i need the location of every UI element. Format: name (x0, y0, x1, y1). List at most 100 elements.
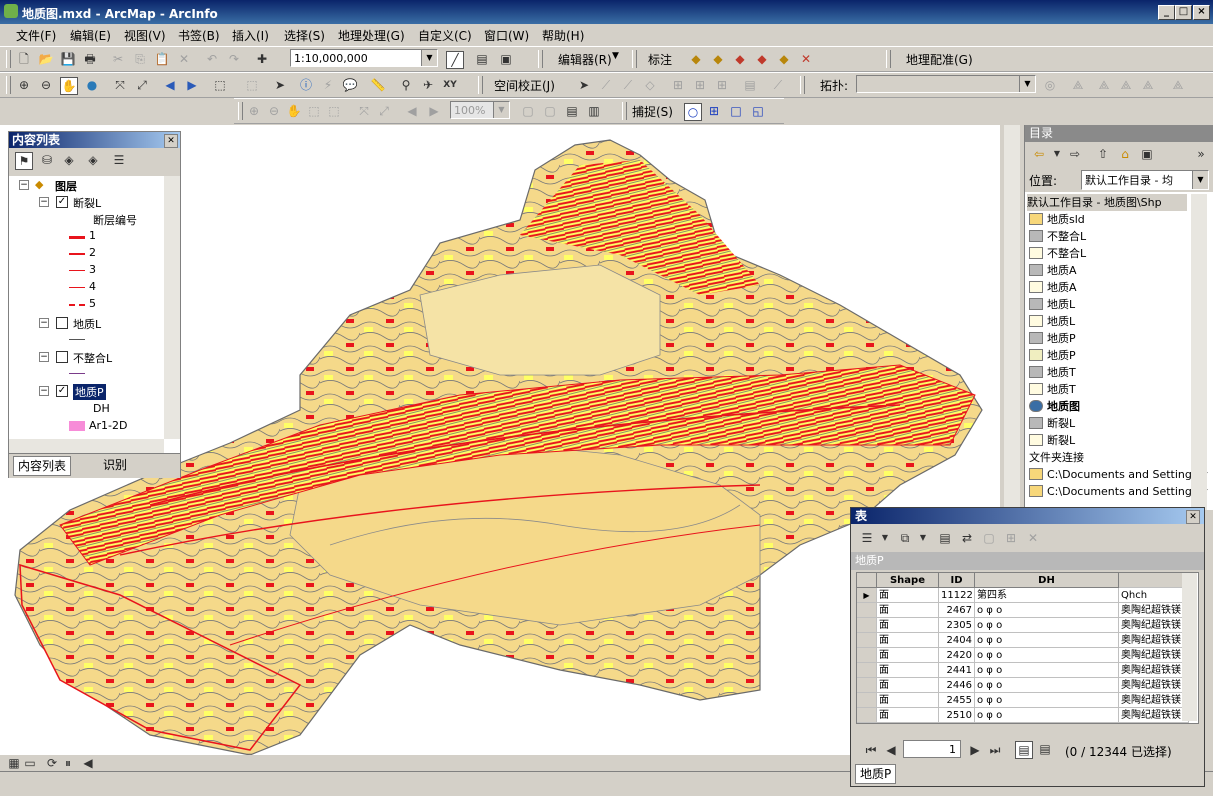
list-by-drawing-order-icon[interactable]: ⚑ (15, 152, 33, 170)
menu-help[interactable]: 帮助(H) (542, 27, 584, 44)
clear-selection-icon[interactable]: ⬚ (244, 77, 260, 93)
catalog-item[interactable]: C:\Documents and Settings\y (1029, 483, 1208, 500)
new-displacement-link-icon[interactable]: ⟋ (598, 77, 614, 93)
collapse-icon[interactable]: − (39, 352, 49, 362)
scroll-left-icon[interactable]: ◀ (80, 755, 96, 771)
list-by-source-icon[interactable]: ⛁ (39, 152, 55, 168)
labeling-menu[interactable]: 标注 (648, 51, 672, 68)
tab-identify[interactable]: 识别 (99, 456, 131, 474)
catalog-item[interactable]: 不整合L (1029, 228, 1086, 245)
last-record-icon[interactable]: ⏭ (987, 742, 1003, 758)
toolbar-grip[interactable] (632, 50, 637, 68)
table-cell[interactable]: 奥陶纪超铁镁 (1119, 708, 1189, 723)
catalog-item[interactable]: C:\Documents and Settings\y (1029, 466, 1208, 483)
list-by-selection-icon[interactable]: ◈ (85, 152, 101, 168)
toolbar-grip[interactable] (800, 76, 805, 94)
attribute-transfer-icon[interactable]: ⊞ (714, 77, 730, 93)
align-edge-icon[interactable]: ⟁ (1140, 77, 1156, 93)
find-route-icon[interactable]: ✈ (420, 77, 436, 93)
toolbar-grip[interactable] (622, 102, 627, 120)
go-back-extent-icon[interactable]: ◀ (162, 77, 178, 93)
toolbar-grip[interactable] (886, 50, 891, 68)
layer-checkbox-unconformity[interactable] (56, 351, 68, 363)
data-view-icon[interactable]: ▦ (6, 755, 22, 771)
new-document-icon[interactable]: 🗋 (16, 51, 32, 67)
spatial-adjustment-menu[interactable]: 空间校正(J) (494, 77, 555, 94)
fixed-zoom-in-icon[interactable]: ⤧ (356, 103, 372, 119)
select-elements-arrow-icon[interactable]: ➤ (576, 77, 592, 93)
table-cell[interactable]: o φ o (975, 663, 1119, 678)
label-weight-icon[interactable]: ◆ (776, 51, 792, 67)
zoom-100-icon[interactable]: ⬚ (326, 103, 342, 119)
table-cell[interactable]: 面 (877, 633, 939, 648)
catalog-item[interactable]: 不整合L (1029, 245, 1086, 262)
column-header[interactable] (1119, 573, 1189, 588)
catalog-item[interactable]: 地质L (1029, 313, 1075, 330)
full-extent-globe-icon[interactable]: ● (84, 77, 100, 93)
table-cell[interactable]: 奥陶纪超铁镁 (1119, 693, 1189, 708)
home-icon[interactable]: ⌂ (1117, 146, 1133, 162)
edge-match-icon[interactable]: ⊞ (692, 77, 708, 93)
table-cell[interactable]: 奥陶纪超铁镁 (1119, 603, 1189, 618)
clear-selection-icon[interactable]: ▢ (981, 530, 997, 546)
toc-close-button[interactable]: ✕ (164, 134, 178, 148)
undo-icon[interactable]: ↶ (204, 51, 220, 67)
record-number-input[interactable]: 1 (903, 740, 961, 758)
catalog-window-icon[interactable]: ▣ (498, 51, 514, 67)
menu-file[interactable]: 文件(F) (16, 27, 56, 44)
row-selector[interactable] (857, 618, 877, 633)
catalog-item[interactable]: 默认工作目录 - 地质图\Shp (1027, 194, 1187, 211)
end-snapping-icon[interactable]: ⊞ (706, 103, 722, 119)
show-selected-records-icon[interactable]: ▤ (1037, 741, 1053, 757)
table-cell[interactable]: 2441 (939, 663, 975, 678)
table-cell[interactable]: 2446 (939, 678, 975, 693)
delete-selected-icon[interactable]: ✕ (1025, 530, 1041, 546)
table-cell[interactable]: 2404 (939, 633, 975, 648)
pause-drawing-icon[interactable]: ⏸ (60, 755, 76, 771)
table-bottom-tab[interactable]: 地质P (855, 764, 897, 784)
toolbar-grip[interactable] (238, 102, 243, 120)
row-selector[interactable] (857, 708, 877, 723)
row-selector[interactable] (857, 648, 877, 663)
table-cell[interactable]: 面 (877, 708, 939, 723)
column-header[interactable]: DH (975, 573, 1119, 588)
snapping-menu[interactable]: 捕捉(S) (632, 103, 673, 120)
layer-checkbox-geology-polygon[interactable]: ✓ (56, 385, 68, 397)
zoom-to-selected-icon[interactable]: ⊞ (1003, 530, 1019, 546)
catalog-item[interactable]: 断裂L (1029, 432, 1075, 449)
table-cell[interactable]: 奥陶纪超铁镁 (1119, 618, 1189, 633)
cut-icon[interactable]: ✂ (110, 51, 126, 67)
fixed-zoom-out-icon[interactable]: ⤢ (376, 103, 392, 119)
adjustment-preview-icon[interactable]: ▤ (742, 77, 758, 93)
table-cell[interactable]: 面 (877, 693, 939, 708)
layer-geology-line-name[interactable]: 地质L (73, 316, 101, 332)
table-cell[interactable]: 2420 (939, 648, 975, 663)
table-cell[interactable]: 2305 (939, 618, 975, 633)
layer-checkbox-fault[interactable]: ✓ (56, 196, 68, 208)
toolbar-grip[interactable] (6, 50, 11, 68)
add-data-icon[interactable]: ✚ (254, 51, 270, 67)
select-by-attributes-icon[interactable]: ▤ (937, 530, 953, 546)
label-priority-icon[interactable]: ◆ (710, 51, 726, 67)
table-cell[interactable]: 2510 (939, 708, 975, 723)
table-cell[interactable]: 面 (877, 663, 939, 678)
forward-arrow-icon[interactable]: ⇨ (1067, 146, 1083, 162)
table-cell[interactable]: 11122 (939, 588, 975, 603)
toolbar-grip[interactable] (538, 50, 543, 68)
layout-zoom-in-icon[interactable]: ⊕ (246, 103, 262, 119)
more-tools-icon[interactable]: » (1193, 146, 1209, 162)
up-one-level-icon[interactable]: ⇧ (1095, 146, 1111, 162)
show-all-records-icon[interactable]: ▤ (1015, 741, 1033, 759)
limited-adjustment-icon[interactable]: ⟋ (770, 77, 786, 93)
open-folder-icon[interactable]: 📂 (38, 51, 54, 67)
redo-icon[interactable]: ↷ (226, 51, 242, 67)
layout-pan-icon[interactable]: ✋ (286, 103, 302, 119)
menu-insert[interactable]: 插入(I) (232, 27, 269, 44)
label-manager-icon[interactable]: ◆ (688, 51, 704, 67)
table-cell[interactable]: 面 (877, 678, 939, 693)
row-selector[interactable]: ▶ (857, 588, 877, 603)
catalog-vertical-scrollbar[interactable] (1191, 194, 1207, 510)
table-close-button[interactable]: ✕ (1186, 510, 1200, 524)
menu-selection[interactable]: 选择(S) (284, 27, 325, 44)
go-to-xy-icon[interactable]: XY (442, 77, 458, 93)
